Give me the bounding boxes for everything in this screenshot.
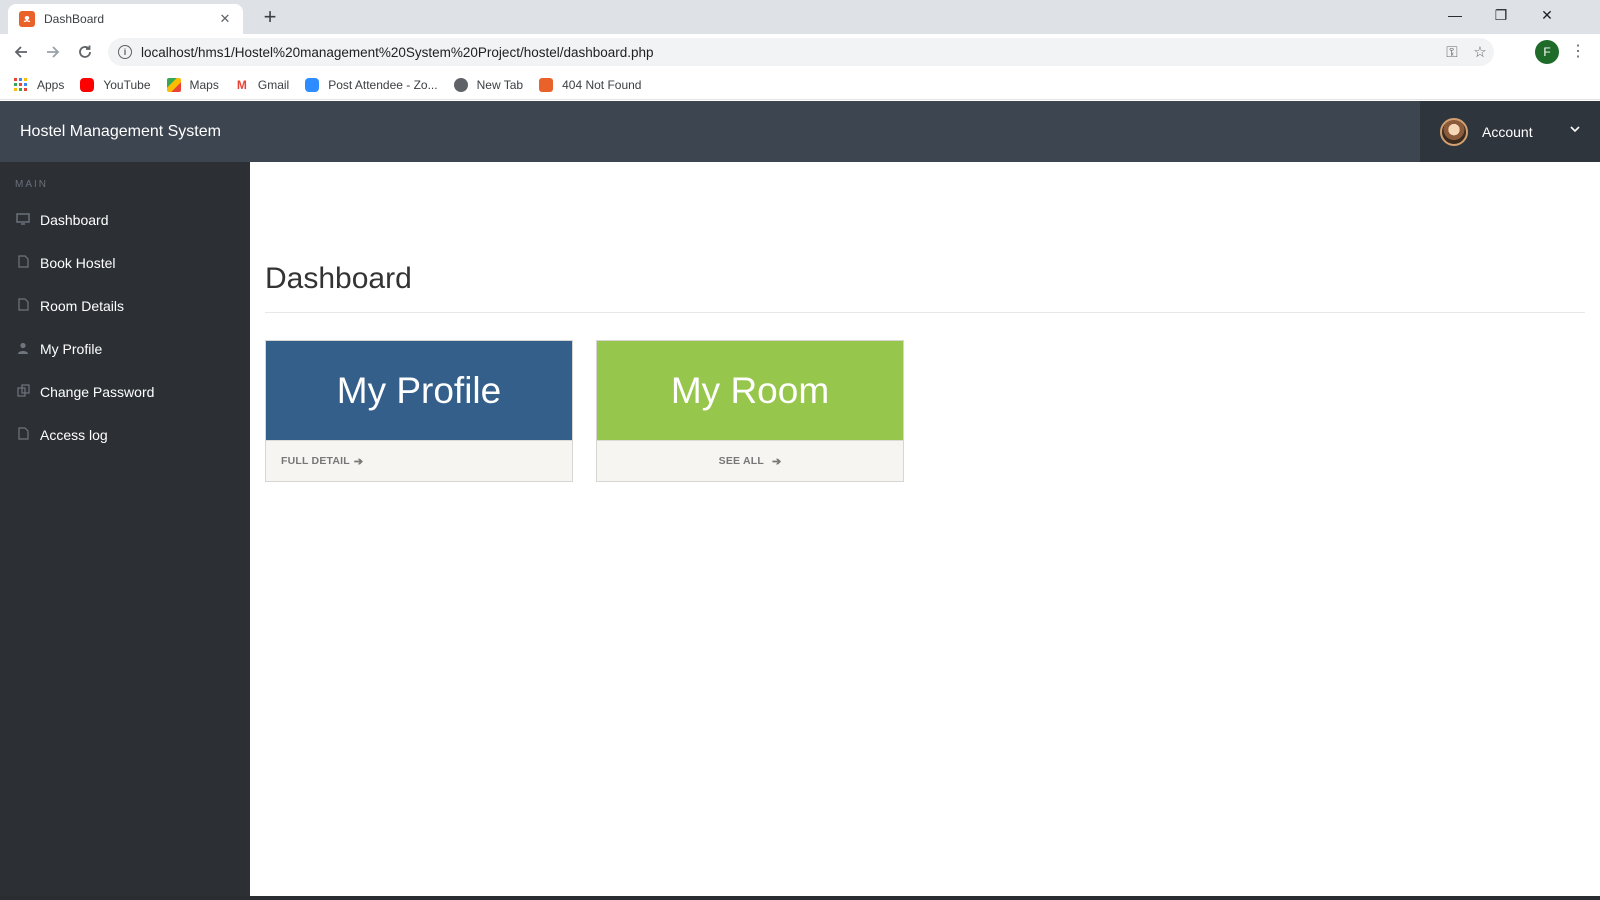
card-my-room: My Room SEE ALL ➔ [596, 340, 904, 482]
sidebar-item-label: Book Hostel [40, 255, 116, 271]
sidebar-item-label: Room Details [40, 298, 125, 314]
card-link-label: SEE ALL [718, 455, 764, 467]
page-bottom-edge [0, 896, 1600, 900]
profile-avatar[interactable]: F [1535, 40, 1559, 64]
sidebar-heading: MAIN [15, 179, 48, 190]
zoom-icon [305, 77, 320, 92]
site-info-icon[interactable]: i [118, 45, 132, 59]
bookmark-label: Maps [189, 77, 219, 92]
key-icon[interactable]: ⚿ [1438, 44, 1466, 61]
desktop-icon [15, 212, 31, 228]
back-arrow-icon[interactable] [8, 39, 34, 65]
bookmark-label: YouTube [103, 77, 151, 92]
xampp-favicon-icon: ᴥ [19, 11, 35, 27]
globe-icon [453, 77, 468, 92]
address-bar-url[interactable]: localhost/hms1/Hostel%20management%20Sys… [141, 45, 1438, 60]
new-tab-button[interactable]: + [258, 4, 282, 30]
bookmark-youtube[interactable]: YouTube [80, 77, 151, 92]
bookmark-gmail[interactable]: M Gmail [235, 78, 289, 92]
file-icon [15, 298, 31, 314]
chevron-down-icon[interactable] [1570, 101, 1580, 162]
page-title: Dashboard [265, 262, 412, 295]
gmail-icon: M [236, 77, 247, 92]
youtube-icon [80, 77, 95, 92]
sidebar-item-change-password[interactable]: Change Password [0, 372, 250, 412]
browser-tabstrip: ᴥ DashBoard ✕ + — ❐ ✕ [0, 0, 1600, 34]
sidebar-item-label: Change Password [40, 384, 155, 400]
avatar [1440, 117, 1468, 146]
tab-close-icon[interactable]: ✕ [217, 11, 233, 27]
sidebar-item-book-hostel[interactable]: Book Hostel [0, 243, 250, 283]
forward-arrow-icon[interactable] [40, 39, 66, 65]
bookmark-label: Gmail [257, 77, 290, 92]
divider [265, 312, 1585, 313]
xampp-icon [539, 77, 554, 92]
browser-menu-icon[interactable]: ⋮ [1568, 39, 1588, 65]
minimize-window-button[interactable]: — [1432, 0, 1478, 30]
bookmark-label: New Tab [476, 77, 524, 92]
card-title-my-room: My Room [597, 341, 903, 440]
file-icon [15, 255, 31, 271]
sidebar-item-dashboard[interactable]: Dashboard [0, 200, 250, 240]
card-link-label: FULL DETAIL [281, 455, 350, 467]
bookmark-apps[interactable]: Apps [14, 77, 65, 92]
bookmark-404[interactable]: 404 Not Found [539, 77, 642, 92]
full-detail-link[interactable]: FULL DETAIL ➔ [266, 440, 572, 481]
sidebar-item-label: Dashboard [40, 212, 109, 228]
bookmark-new-tab[interactable]: New Tab [453, 77, 524, 92]
sidebar-item-label: My Profile [40, 341, 103, 357]
sidebar-item-room-details[interactable]: Room Details [0, 286, 250, 326]
file-icon [15, 427, 31, 443]
account-label: Account [1482, 123, 1533, 140]
user-icon [15, 342, 31, 357]
maps-icon [166, 77, 181, 92]
bookmark-zoom[interactable]: Post Attendee - Zo... [305, 77, 438, 92]
apps-grid-icon [14, 77, 28, 92]
card-title-my-profile: My Profile [266, 341, 572, 440]
sidebar-item-access-log[interactable]: Access log [0, 415, 250, 455]
account-menu[interactable]: Account [1420, 101, 1600, 162]
copy-icon [15, 384, 31, 400]
restore-window-button[interactable]: ❐ [1478, 0, 1524, 30]
bookmark-star-icon[interactable]: ☆ [1466, 43, 1494, 61]
app-header: Hostel Management System Account [0, 101, 1600, 162]
browser-toolbar: i localhost/hms1/Hostel%20management%20S… [0, 34, 1600, 70]
bookmark-maps[interactable]: Maps [166, 77, 219, 92]
reload-icon[interactable] [72, 39, 98, 65]
tab-title: DashBoard [44, 12, 105, 26]
see-all-link[interactable]: SEE ALL ➔ [597, 440, 903, 481]
arrow-right-icon: ➔ [353, 455, 364, 468]
brand-title[interactable]: Hostel Management System [20, 101, 221, 162]
sidebar-item-label: Access log [40, 427, 108, 443]
bookmark-label: 404 Not Found [562, 77, 642, 92]
sidebar: MAIN Dashboard Book Hostel Room Details … [0, 162, 250, 900]
card-my-profile: My Profile FULL DETAIL ➔ [265, 340, 573, 482]
sidebar-item-my-profile[interactable]: My Profile [0, 329, 250, 369]
arrow-right-icon: ➔ [771, 455, 782, 468]
close-window-button[interactable]: ✕ [1524, 0, 1570, 30]
bookmarks-bar: Apps YouTube Maps M Gmail Post Attendee … [0, 70, 1600, 100]
bookmark-label: Apps [37, 77, 65, 92]
address-bar[interactable]: i localhost/hms1/Hostel%20management%20S… [108, 38, 1494, 66]
main-content: Dashboard My Profile FULL DETAIL ➔ My Ro… [250, 162, 1600, 900]
browser-tab-dashboard[interactable]: ᴥ DashBoard ✕ [8, 4, 243, 34]
bookmark-label: Post Attendee - Zo... [328, 77, 438, 92]
